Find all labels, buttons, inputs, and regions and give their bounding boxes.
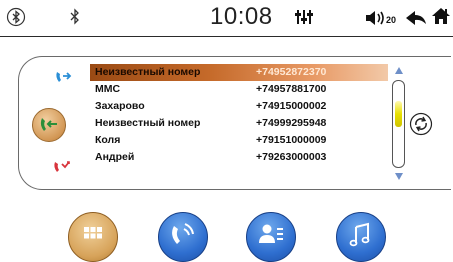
contact-name: Андрей [95,151,135,163]
volume-level: 20 [386,15,397,25]
contact-name: Захарово [95,100,145,112]
equalizer-icon[interactable] [294,7,314,27]
phone-number: +74957881700 [256,83,327,95]
contact-name: Неизвестный номер [95,66,201,78]
scrollbar-track[interactable] [392,80,405,168]
list-item[interactable]: MMC +74957881700 [90,81,388,98]
contacts-icon [259,224,283,243]
phone-number: +79151000009 [256,134,327,146]
bluetooth-circle-icon[interactable] [6,7,26,27]
missed-call-icon[interactable] [52,158,74,176]
volume-icon[interactable] [364,8,386,28]
all-calls-filter-button[interactable] [32,108,66,142]
contact-name: MMC [95,83,121,95]
phone-calls-icon [172,223,194,244]
outgoing-call-icon[interactable] [54,68,74,86]
music-icon [349,222,370,247]
list-item[interactable]: Коля +79151000009 [90,132,388,149]
status-bar: 10:08 20 [0,0,453,37]
sync-icon[interactable] [409,112,433,136]
list-item[interactable]: Неизвестный номер +74999295948 [90,115,388,132]
scroll-up-arrow-icon[interactable] [394,66,404,75]
list-item[interactable]: Неизвестный номер +74952872370 [90,64,388,81]
home-icon[interactable] [431,6,451,26]
list-item[interactable]: Захарово +74915000002 [90,98,388,115]
list-item[interactable]: Андрей +79263000003 [90,149,388,166]
bluetooth-icon [70,8,79,25]
phone-number: +79263000003 [256,151,327,163]
phone-number: +74952872370 [256,66,327,78]
call-list: Неизвестный номер +74952872370 MMC +7495… [90,64,388,166]
menu-grid-icon [84,227,102,239]
phone-number: +74915000002 [256,100,327,112]
back-icon[interactable] [404,8,428,28]
all-calls-icon [40,118,57,131]
contact-name: Неизвестный номер [95,117,201,129]
scrollbar-thumb[interactable] [395,101,402,127]
clock-time: 10:08 [210,3,273,30]
phone-number: +74999295948 [256,117,327,129]
scroll-down-arrow-icon[interactable] [394,172,404,181]
contact-name: Коля [95,134,121,146]
